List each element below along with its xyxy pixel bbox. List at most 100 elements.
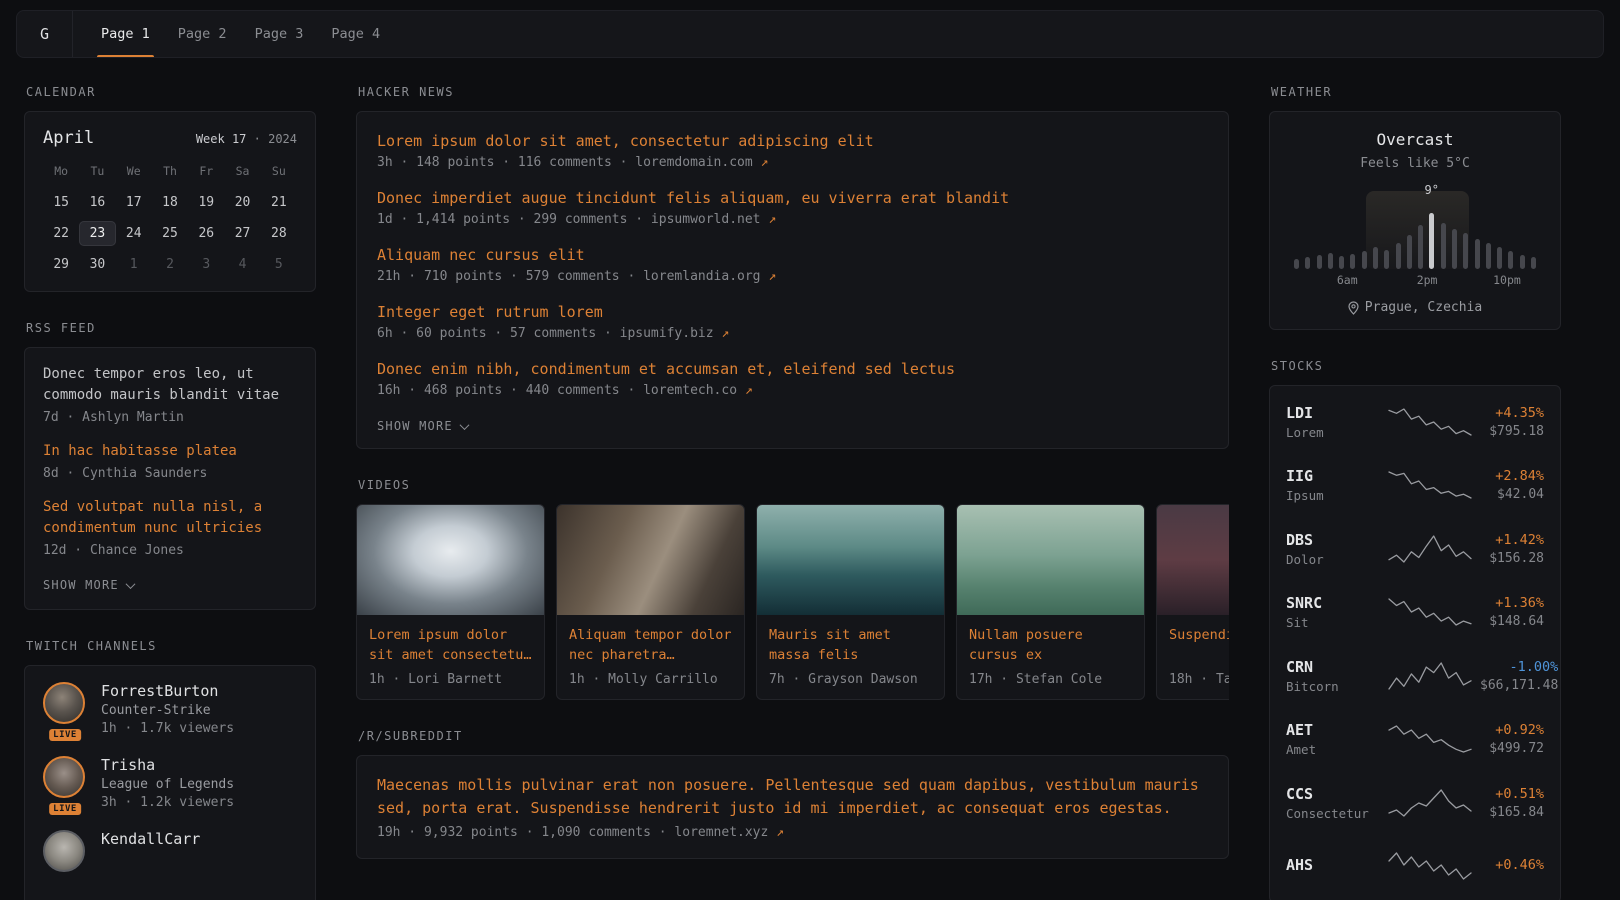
- stock-price: $148.64: [1480, 614, 1544, 629]
- weather-bar: [1407, 235, 1412, 269]
- calendar-grid: Mo Tu We Th Fr Sa Su 15 16 17 18 19 20 2…: [43, 164, 297, 277]
- hn-item-title[interactable]: Donec imperdiet augue tincidunt felis al…: [377, 187, 1208, 209]
- rss-item: Sed volutpat nulla nisl, a condimentum n…: [43, 497, 297, 558]
- calendar-day: 24: [116, 221, 152, 246]
- weather-bar: [1418, 225, 1423, 269]
- hn-item-title[interactable]: Integer eget rutrum lorem: [377, 301, 1208, 323]
- right-column: WEATHER Overcast Feels like 5°C 9° 6am 2…: [1269, 85, 1561, 900]
- stock-ticker: SNRC: [1286, 594, 1380, 612]
- hn-show-more-button[interactable]: SHOW MORE: [377, 419, 468, 433]
- tab-page-2[interactable]: Page 2: [164, 11, 241, 57]
- rss-item-title[interactable]: Donec tempor eros leo, ut commodo mauris…: [43, 364, 297, 406]
- avatar: [43, 830, 87, 872]
- video-body: Lorem ipsum dolor sit amet consectetu… 1…: [357, 615, 544, 699]
- stock-row: AET Amet +0.92% $499.72: [1286, 708, 1544, 772]
- stock-sparkline: [1388, 786, 1472, 820]
- reddit-item-title[interactable]: Maecenas mollis pulvinar erat non posuer…: [377, 774, 1208, 820]
- stock-sparkline: [1388, 595, 1472, 629]
- stock-id: AET Amet: [1286, 721, 1380, 757]
- video-card[interactable]: Lorem ipsum dolor sit amet consectetu… 1…: [356, 504, 545, 700]
- stocks-section: STOCKS LDI Lorem +4.35% $795.18 IIG: [1269, 359, 1561, 900]
- stock-values: +0.51% $165.84: [1480, 786, 1544, 820]
- hn-meta-text: 16h · 468 points · 440 comments · loremt…: [377, 383, 737, 398]
- hn-item-title[interactable]: Aliquam nec cursus elit: [377, 244, 1208, 266]
- calendar-section: CALENDAR April Week 17 · 2024 Mo Tu We T…: [24, 85, 316, 292]
- hn-item-meta: 6h · 60 points · 57 comments · ipsumify.…: [377, 326, 1208, 341]
- calendar-day: 19: [188, 190, 224, 215]
- video-title: Lorem ipsum dolor sit amet consectetu…: [369, 625, 532, 665]
- calendar-dow: Fr: [188, 164, 224, 184]
- calendar-month: April: [43, 128, 94, 148]
- video-card[interactable]: Mauris sit amet massa felis 7h · Grayson…: [756, 504, 945, 700]
- external-link-icon[interactable]: ↗: [768, 212, 776, 227]
- weather-bar: [1396, 243, 1401, 269]
- weather-bar: [1339, 256, 1344, 269]
- calendar-day: 29: [43, 252, 79, 277]
- calendar-year-label: · 2024: [254, 132, 297, 146]
- video-card[interactable]: Suspendisse diam 18h · Tara: [1156, 504, 1229, 700]
- weather-bar: [1475, 239, 1480, 269]
- stock-row: DBS Dolor +1.42% $156.28: [1286, 517, 1544, 581]
- weather-feels-like: Feels like 5°C: [1286, 156, 1544, 171]
- stock-change: +0.92%: [1480, 722, 1544, 738]
- weather-bar: [1384, 250, 1389, 269]
- calendar-day: 1: [116, 252, 152, 277]
- stock-values: +0.92% $499.72: [1480, 722, 1544, 756]
- external-link-icon[interactable]: ↗: [761, 155, 769, 170]
- video-meta: 17h · Stefan Cole: [969, 672, 1132, 687]
- weather-bar: [1373, 247, 1378, 269]
- weather-bar: [1441, 223, 1446, 269]
- twitch-channel[interactable]: LIVE Trisha League of Legends 3h · 1.2k …: [43, 756, 297, 810]
- video-card[interactable]: Aliquam tempor dolor nec pharetra… 1h · …: [556, 504, 745, 700]
- show-more-label: SHOW MORE: [43, 578, 119, 592]
- video-title: Aliquam tempor dolor nec pharetra…: [569, 625, 732, 665]
- calendar-dow: Tu: [79, 164, 115, 184]
- stock-change: +0.46%: [1480, 857, 1544, 873]
- external-link-icon[interactable]: ↗: [768, 269, 776, 284]
- stock-row: SNRC Sit +1.36% $148.64: [1286, 581, 1544, 645]
- rss-item: In hac habitasse platea 8d · Cynthia Sau…: [43, 441, 297, 481]
- video-title: Suspendisse diam: [1169, 625, 1229, 665]
- video-card[interactable]: Nullam posuere cursus ex 17h · Stefan Co…: [956, 504, 1145, 700]
- video-meta: 7h · Grayson Dawson: [769, 672, 932, 687]
- weather-bar: [1317, 255, 1322, 269]
- hn-item: Integer eget rutrum lorem 6h · 60 points…: [377, 301, 1208, 341]
- tab-page-4[interactable]: Page 4: [317, 11, 394, 57]
- video-thumbnail: [357, 505, 544, 615]
- reddit-item-meta: 19h · 9,932 points · 1,090 comments · lo…: [377, 825, 1208, 840]
- rss-item-title[interactable]: In hac habitasse platea: [43, 441, 297, 462]
- stock-name: Lorem: [1286, 425, 1380, 440]
- calendar-dow: Su: [261, 164, 297, 184]
- app-logo[interactable]: G: [17, 11, 73, 57]
- hn-item-meta: 21h · 710 points · 579 comments · loreml…: [377, 269, 1208, 284]
- twitch-channel[interactable]: KendallCarr: [43, 830, 297, 872]
- calendar-header: April Week 17 · 2024: [43, 128, 297, 148]
- external-link-icon[interactable]: ↗: [721, 326, 729, 341]
- stock-row: CRN Bitcorn -1.00% $66,171.48: [1286, 644, 1544, 708]
- rss-show-more-button[interactable]: SHOW MORE: [43, 578, 134, 592]
- twitch-channel[interactable]: LIVE ForrestBurton Counter-Strike 1h · 1…: [43, 682, 297, 736]
- external-link-icon[interactable]: ↗: [776, 825, 784, 840]
- stock-ticker: AET: [1286, 721, 1380, 739]
- stock-values: +1.36% $148.64: [1480, 595, 1544, 629]
- stock-change: +0.51%: [1480, 786, 1544, 802]
- reddit-widget: Maecenas mollis pulvinar erat non posuer…: [356, 755, 1229, 859]
- weather-time-label: 2pm: [1417, 273, 1438, 287]
- stock-values: +4.35% $795.18: [1480, 405, 1544, 439]
- video-meta: 18h · Tara: [1169, 672, 1229, 687]
- channel-info: KendallCarr: [101, 830, 200, 872]
- rss-item-title[interactable]: Sed volutpat nulla nisl, a condimentum n…: [43, 497, 297, 539]
- tab-page-1[interactable]: Page 1: [87, 11, 164, 57]
- stock-ticker: DBS: [1286, 531, 1380, 549]
- hn-item-title[interactable]: Lorem ipsum dolor sit amet, consectetur …: [377, 130, 1208, 152]
- weather-bar: [1463, 233, 1468, 269]
- hn-item-title[interactable]: Donec enim nibh, condimentum et accumsan…: [377, 358, 1208, 380]
- middle-column: HACKER NEWS Lorem ipsum dolor sit amet, …: [356, 85, 1229, 900]
- channel-name: KendallCarr: [101, 830, 200, 848]
- hn-item-meta: 3h · 148 points · 116 comments · loremdo…: [377, 155, 1208, 170]
- external-link-icon[interactable]: ↗: [745, 383, 753, 398]
- weather-section: WEATHER Overcast Feels like 5°C 9° 6am 2…: [1269, 85, 1561, 330]
- channel-info: ForrestBurton Counter-Strike 1h · 1.7k v…: [101, 682, 234, 736]
- tab-page-3[interactable]: Page 3: [241, 11, 318, 57]
- channel-game: League of Legends: [101, 777, 234, 792]
